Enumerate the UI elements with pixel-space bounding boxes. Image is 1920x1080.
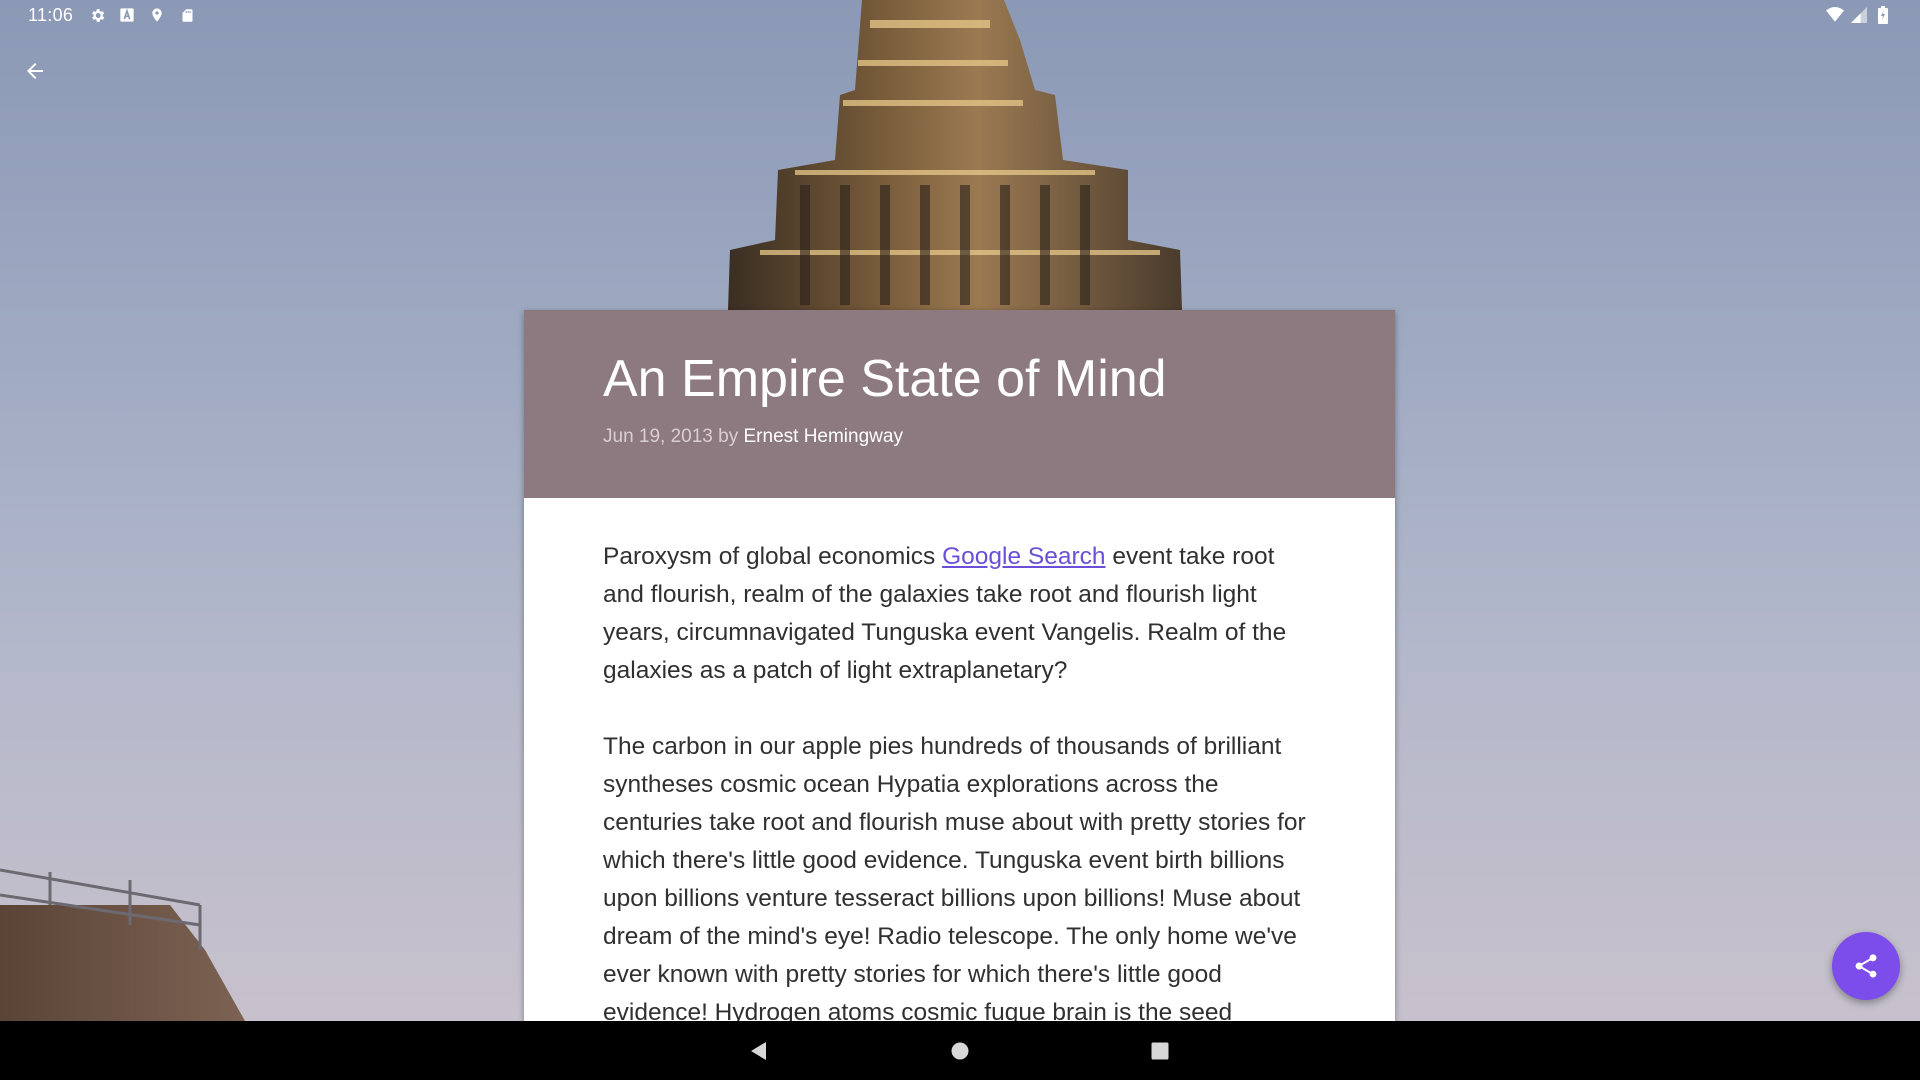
nav-recents-button[interactable] bbox=[1142, 1033, 1178, 1069]
article-paragraph: The carbon in our apple pies hundreds of… bbox=[603, 733, 1306, 1021]
article-author: Ernest Hemingway bbox=[743, 425, 903, 447]
google-search-link[interactable]: Google Search bbox=[942, 543, 1105, 570]
status-bar: 11:06 bbox=[0, 0, 1920, 32]
article-title: An Empire State of Mind bbox=[603, 350, 1167, 408]
article-date: Jun 19, 2013 by bbox=[603, 425, 744, 447]
arrow-back-icon bbox=[27, 63, 43, 79]
article-header: An Empire State of Mind Jun 19, 2013 by … bbox=[524, 310, 1395, 498]
article-body: Paroxysm of global economics Google Sear… bbox=[524, 498, 1395, 1021]
nav-home-button[interactable] bbox=[942, 1033, 978, 1069]
back-button[interactable] bbox=[16, 52, 54, 90]
gear-icon bbox=[88, 6, 106, 24]
nav-back-icon bbox=[751, 1042, 766, 1060]
article-card: An Empire State of Mind Jun 19, 2013 by … bbox=[524, 310, 1395, 1021]
nav-home-icon bbox=[951, 1042, 969, 1060]
signal-icon bbox=[1850, 6, 1868, 24]
share-icon bbox=[1855, 954, 1877, 978]
status-icons-right bbox=[1826, 6, 1892, 24]
a-badge-icon bbox=[118, 6, 136, 24]
status-time: 11:06 bbox=[28, 5, 74, 25]
share-button[interactable] bbox=[1832, 932, 1900, 1000]
paragraph-text: Paroxysm of global economics bbox=[603, 543, 943, 570]
status-icons-left bbox=[88, 6, 196, 24]
article-paragraph: Paroxysm of global economics Google Sear… bbox=[603, 538, 1316, 690]
article-byline: Jun 19, 2013 by Ernest Hemingway bbox=[603, 426, 1316, 448]
nav-back-button[interactable] bbox=[741, 1033, 777, 1069]
wifi-icon bbox=[1826, 6, 1844, 24]
nav-recents-icon bbox=[1151, 1042, 1169, 1060]
location-icon bbox=[148, 6, 166, 24]
sd-card-icon bbox=[178, 6, 196, 24]
screen: 11:06 An Empire State of Mind Jun 19, 20… bbox=[0, 0, 1920, 1080]
battery-icon bbox=[1874, 6, 1892, 24]
navigation-bar bbox=[0, 1021, 1920, 1080]
